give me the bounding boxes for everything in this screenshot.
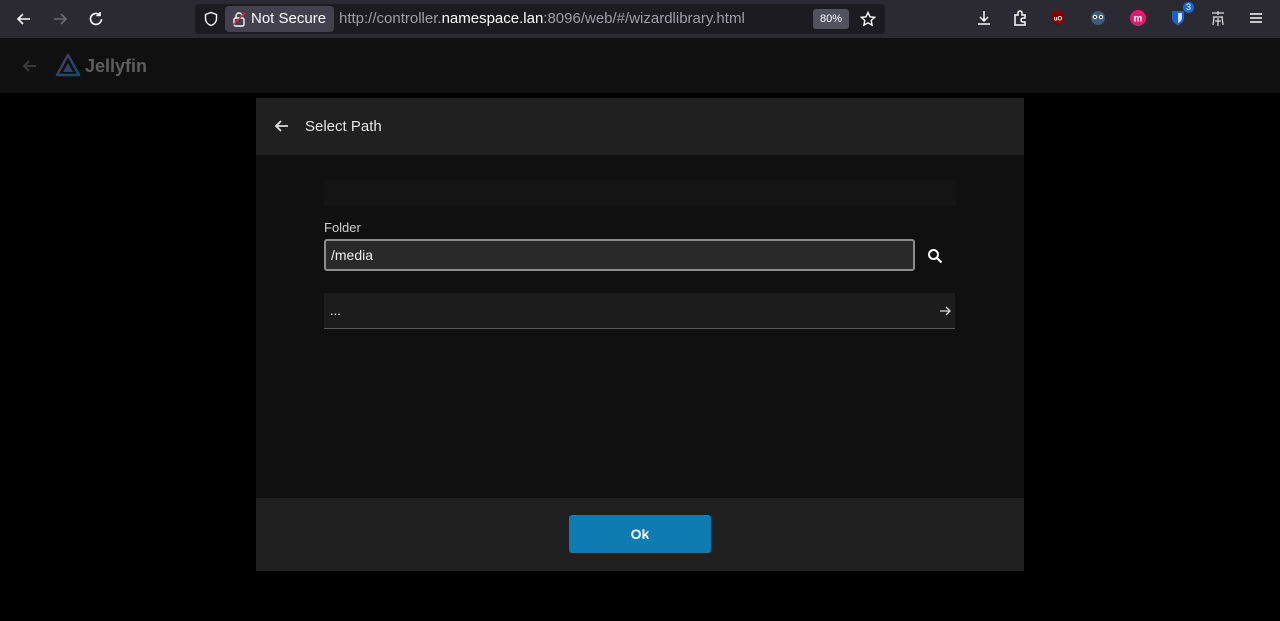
svg-text:m: m <box>1134 14 1143 25</box>
ublock-origin-icon[interactable]: uO <box>1047 7 1069 29</box>
bitwarden-shield-icon[interactable]: 3 <box>1167 2 1194 29</box>
search-button[interactable] <box>923 244 947 268</box>
ok-button[interactable]: Ok <box>569 515 711 553</box>
url-text[interactable]: http://controller.namespace.lan:8096/web… <box>339 4 745 34</box>
translate-icon[interactable] <box>1207 7 1229 29</box>
download-icon[interactable] <box>973 7 995 29</box>
multi-account-icon[interactable]: m <box>1127 7 1149 29</box>
dialog-back-icon[interactable] <box>273 117 291 135</box>
folder-label: Folder <box>324 220 361 235</box>
select-path-dialog: Select Path Folder /media ... Ok <box>256 98 1024 571</box>
app-back-icon[interactable] <box>20 56 40 76</box>
url-suffix: :8096/web/#/wizardlibrary.html <box>543 10 745 27</box>
extension-count-badge: 3 <box>1182 2 1194 13</box>
svg-text:uO: uO <box>1054 17 1063 23</box>
insecure-lock-icon <box>232 12 246 27</box>
reload-icon[interactable] <box>83 6 109 32</box>
dialog-title: Select Path <box>305 118 382 135</box>
jellyfin-logo-icon <box>55 53 81 77</box>
arrow-right-icon <box>940 306 951 316</box>
jellyfin-logo[interactable]: Jellyfin <box>55 52 147 80</box>
path-info-strip <box>324 180 956 206</box>
privacy-badger-icon[interactable] <box>1087 7 1109 29</box>
not-secure-label: Not Secure <box>251 10 327 27</box>
bookmark-star-icon[interactable] <box>860 11 876 27</box>
browser-toolbar: Not Secure http://controller.namespace.l… <box>0 0 1280 38</box>
forward-icon[interactable] <box>47 6 73 32</box>
url-bar[interactable]: Not Secure http://controller.namespace.l… <box>195 4 885 34</box>
dialog-footer: Ok <box>256 498 1024 571</box>
directory-list-item[interactable]: ... <box>324 293 955 329</box>
app-header: Jellyfin <box>0 38 1280 93</box>
search-icon <box>928 249 943 264</box>
hamburger-menu-icon[interactable] <box>1245 7 1267 29</box>
shield-icon[interactable] <box>203 11 219 27</box>
zoom-level-badge[interactable]: 80% <box>813 9 849 29</box>
url-host: namespace.lan <box>441 10 544 27</box>
dialog-header: Select Path <box>256 98 1024 155</box>
logo-text: Jellyfin <box>85 55 148 76</box>
directory-item-label: ... <box>330 303 341 318</box>
extensions-puzzle-icon[interactable] <box>1009 7 1031 29</box>
url-prefix: http://controller. <box>339 10 442 27</box>
not-secure-badge[interactable]: Not Secure <box>225 6 335 32</box>
folder-input[interactable]: /media <box>324 239 915 271</box>
back-icon[interactable] <box>11 6 37 32</box>
